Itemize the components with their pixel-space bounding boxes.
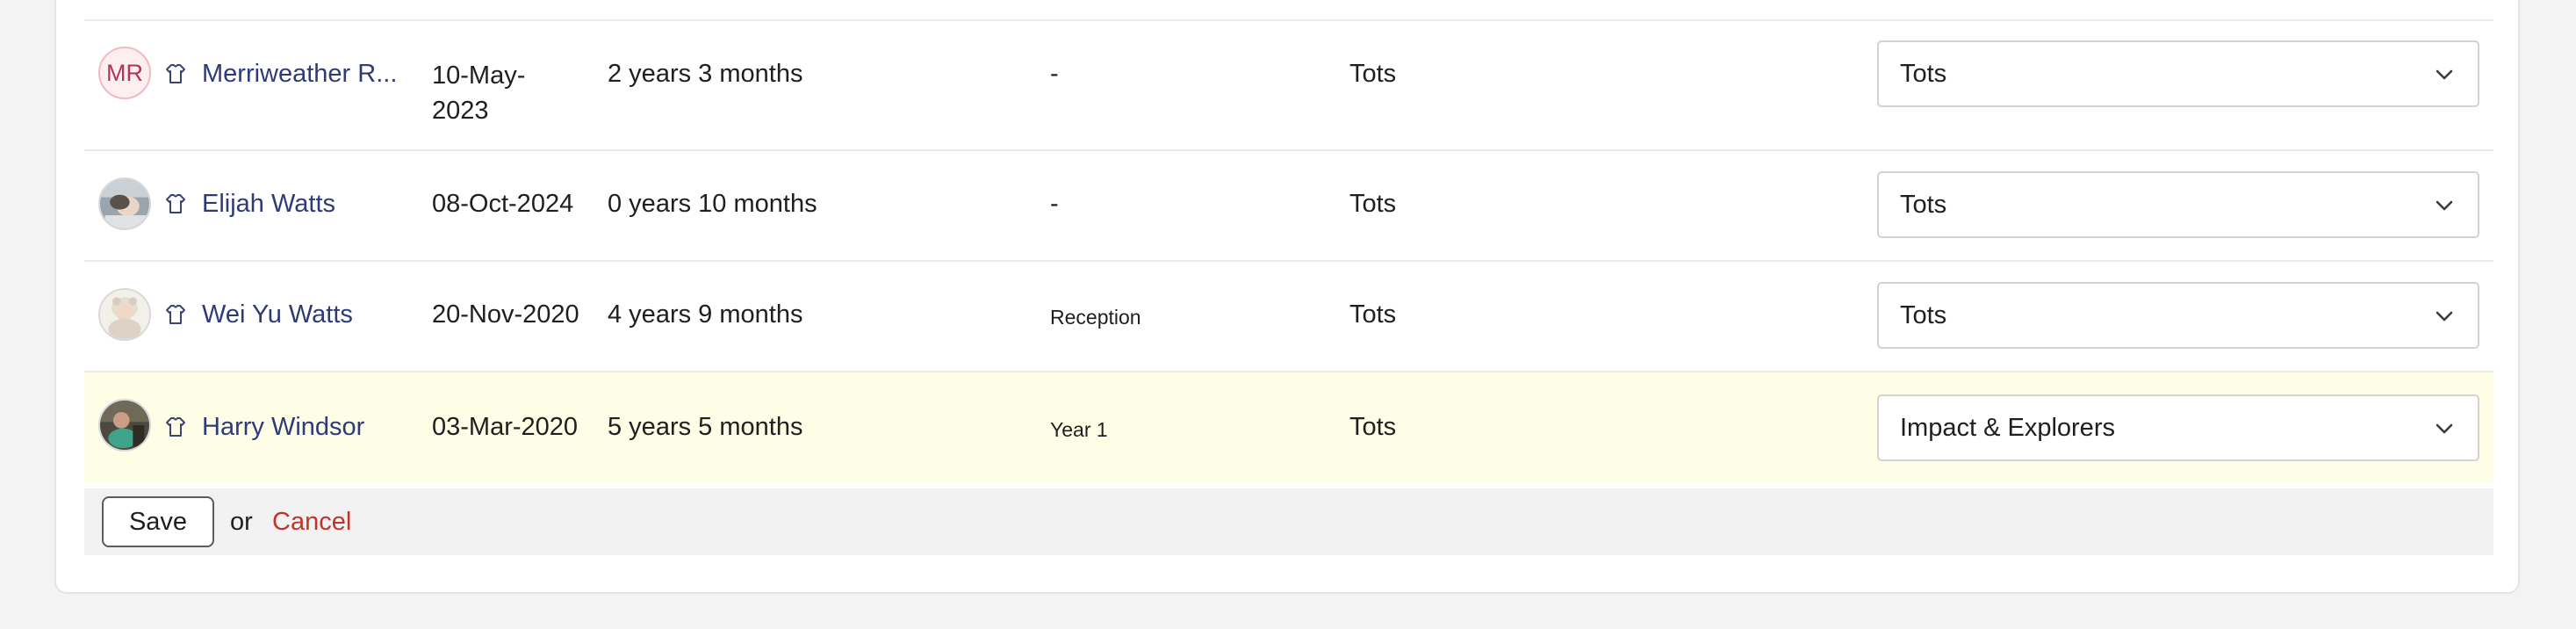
current-group: Tots — [1349, 190, 1397, 218]
age: 4 years 9 months — [608, 300, 803, 329]
group-select[interactable]: Impact & Explorers — [1877, 394, 2479, 461]
shirt-icon — [166, 194, 185, 213]
current-group: Tots — [1349, 60, 1397, 88]
avatar[interactable]: MR — [98, 47, 151, 99]
date-of-birth: 08-Oct-2024 — [432, 190, 574, 218]
chevron-down-icon — [2436, 311, 2453, 322]
shirt-icon — [166, 64, 185, 83]
table-row: Wei Yu Watts 20-Nov-2020 4 years 9 month… — [84, 262, 2493, 372]
table-row: Elijah Watts 08-Oct-2024 0 years 10 mont… — [84, 151, 2493, 262]
child-photo-icon — [100, 179, 149, 228]
group-select-value: Tots — [1900, 60, 1947, 88]
member-name-link[interactable]: Elijah Watts — [202, 188, 404, 220]
chevron-down-icon — [2436, 423, 2453, 434]
school-year: Year 1 — [1050, 418, 1108, 441]
shirt-icon — [166, 417, 185, 437]
group-select-value: Tots — [1900, 301, 1947, 329]
date-of-birth: 10-May- 2023 — [432, 58, 590, 128]
table-row: MR Merriweather R... 10-May- 2023 2 year… — [84, 21, 2493, 151]
avatar[interactable] — [98, 399, 151, 452]
shirt-icon — [166, 305, 185, 324]
age: 5 years 5 months — [608, 413, 803, 441]
member-name-link[interactable]: Merriweather R... — [202, 58, 404, 90]
school-year: - — [1050, 190, 1059, 218]
group-select-value: Impact & Explorers — [1900, 414, 2115, 442]
school-year: - — [1050, 60, 1059, 88]
group-select-value: Tots — [1900, 191, 1947, 219]
member-name-link[interactable]: Harry Windsor — [202, 411, 404, 443]
member-name-link[interactable]: Wei Yu Watts — [202, 299, 404, 330]
avatar-initials: MR — [106, 59, 143, 86]
cancel-link[interactable]: Cancel — [272, 506, 351, 538]
date-of-birth: 20-Nov-2020 — [432, 300, 579, 329]
age: 0 years 10 months — [608, 190, 817, 218]
table-row: Harry Windsor 03-Mar-2020 5 years 5 mont… — [84, 372, 2493, 483]
avatar[interactable] — [98, 177, 151, 230]
chevron-down-icon — [2436, 69, 2453, 80]
current-group: Tots — [1349, 413, 1397, 441]
group-select[interactable]: Tots — [1877, 171, 2479, 238]
age: 2 years 3 months — [608, 60, 803, 88]
child-photo-icon — [100, 290, 149, 339]
dob-line-2: 2023 — [432, 97, 489, 125]
child-photo-icon — [100, 401, 149, 450]
or-separator: or — [230, 508, 253, 536]
date-of-birth: 03-Mar-2020 — [432, 413, 579, 441]
group-select[interactable]: Tots — [1877, 40, 2479, 107]
chevron-down-icon — [2436, 200, 2453, 211]
current-group: Tots — [1349, 300, 1397, 329]
avatar[interactable] — [98, 288, 151, 341]
dob-line-1: 10-May- — [432, 61, 526, 90]
form-actions-bar: Save or Cancel — [84, 488, 2493, 555]
school-year: Reception — [1050, 306, 1141, 329]
save-button[interactable]: Save — [102, 496, 214, 547]
group-select[interactable]: Tots — [1877, 282, 2479, 349]
